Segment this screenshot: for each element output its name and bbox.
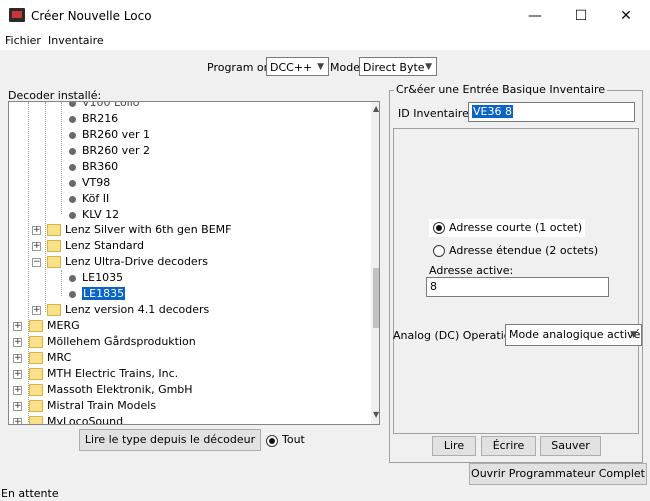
leaf-dot-icon xyxy=(69,195,76,203)
scroll-down-icon[interactable]: ▼ xyxy=(373,410,379,419)
tree-folder[interactable]: Lenz Silver with 6th gen BEMF xyxy=(47,222,231,238)
tree-folder[interactable]: MERG xyxy=(29,318,80,334)
program-on-value: DCC++ xyxy=(270,61,313,74)
id-inventory-input[interactable]: VE36 8 xyxy=(468,102,635,122)
tree-leaf[interactable]: Köf II xyxy=(69,191,109,207)
analog-mode-value: Mode analogique activé xyxy=(509,328,641,341)
tree-folder[interactable]: MTH Electric Trains, Inc. xyxy=(29,366,178,382)
expand-icon[interactable]: + xyxy=(13,370,22,379)
id-inventory-label: ID Inventaire xyxy=(398,107,469,120)
folder-icon xyxy=(29,352,43,364)
chevron-down-icon: ▼ xyxy=(630,330,637,340)
tree-guide-line xyxy=(61,270,62,296)
menu-inventaire[interactable]: Inventaire xyxy=(48,34,104,47)
expand-icon[interactable]: + xyxy=(32,306,41,315)
status-text: En attente xyxy=(1,487,59,500)
leaf-dot-icon xyxy=(69,211,76,219)
tree-guide-line xyxy=(45,102,46,312)
scroll-up-icon[interactable]: ▲ xyxy=(373,104,379,113)
tree-folder[interactable]: MRC xyxy=(29,350,71,366)
tree-leaf[interactable]: BR260 ver 1 xyxy=(69,127,150,143)
leaf-dot-icon xyxy=(69,115,76,123)
tree-folder[interactable]: Massoth Elektronik, GmbH xyxy=(29,382,193,398)
tree-leaf[interactable]: BR216 xyxy=(69,111,118,127)
expand-icon[interactable]: + xyxy=(13,354,22,363)
collapse-icon[interactable]: − xyxy=(32,258,41,267)
scrollbar-thumb[interactable] xyxy=(373,268,379,328)
folder-icon xyxy=(29,368,43,380)
tree-scrollbar[interactable] xyxy=(371,102,379,424)
tree-leaf[interactable]: BR260 ver 2 xyxy=(69,143,150,159)
close-button[interactable]: ✕ xyxy=(603,0,649,32)
tree-folder[interactable]: Lenz Standard xyxy=(47,238,144,254)
folder-icon xyxy=(47,224,61,236)
groupbox-title: Cr&éer une Entrée Basique Inventaire xyxy=(394,83,608,96)
all-radio[interactable] xyxy=(266,435,278,447)
program-on-select[interactable]: DCC++ ▼ xyxy=(266,57,329,76)
app-icon xyxy=(9,8,25,22)
analog-mode-select[interactable]: Mode analogique activé ▼ xyxy=(505,324,642,346)
open-full-programmer-button[interactable]: Ouvrir Programmateur Complet xyxy=(469,463,647,485)
tree-folder[interactable]: Möllehem Gårdsproduktion xyxy=(29,334,196,350)
expand-icon[interactable]: + xyxy=(13,338,22,347)
tree-guide-line xyxy=(61,102,62,214)
folder-icon xyxy=(29,336,43,348)
decoder-tree[interactable]: V100 Lollo BR216 BR260 ver 1 BR260 ver 2… xyxy=(8,101,380,425)
expand-icon[interactable]: + xyxy=(32,226,41,235)
tree-leaf[interactable]: LE1035 xyxy=(69,270,123,286)
window-title: Créer Nouvelle Loco xyxy=(31,9,152,23)
write-button[interactable]: Écrire xyxy=(481,436,536,456)
program-on-label: Program on: xyxy=(207,61,275,74)
read-button[interactable]: Lire xyxy=(432,436,476,456)
save-button[interactable]: Sauver xyxy=(540,436,601,456)
leaf-dot-icon xyxy=(69,274,76,282)
tree-leaf[interactable]: KLV 12 xyxy=(69,207,119,223)
chevron-down-icon: ▼ xyxy=(425,62,432,72)
minimize-button[interactable]: — xyxy=(512,0,558,32)
tree-folder[interactable]: Lenz Ultra-Drive decoders xyxy=(47,254,208,270)
folder-icon xyxy=(29,416,43,424)
active-address-input[interactable]: 8 xyxy=(426,277,609,297)
mode-select[interactable]: Direct Byte ▼ xyxy=(359,57,437,76)
tree-folder[interactable]: Mistral Train Models xyxy=(29,398,156,414)
leaf-dot-icon xyxy=(69,179,76,187)
menu-fichier[interactable]: Fichier xyxy=(5,34,41,47)
maximize-button[interactable]: ☐ xyxy=(558,0,604,32)
leaf-dot-icon xyxy=(69,163,76,171)
folder-icon xyxy=(29,320,43,332)
expand-icon[interactable]: + xyxy=(13,418,22,424)
read-type-button[interactable]: Lire le type depuis le décodeur xyxy=(79,429,261,451)
tree-leaf[interactable]: V100 Lollo xyxy=(69,102,140,111)
leaf-dot-icon xyxy=(69,290,76,298)
expand-icon[interactable]: + xyxy=(13,386,22,395)
leaf-dot-icon xyxy=(69,131,76,139)
expand-icon[interactable]: + xyxy=(32,242,41,251)
long-address-option[interactable]: Adresse étendue (2 octets) xyxy=(429,242,599,260)
leaf-dot-icon xyxy=(69,147,76,155)
mode-value: Direct Byte xyxy=(363,61,425,74)
folder-icon xyxy=(47,304,61,316)
analog-operation-label: Analog (DC) Operation xyxy=(393,329,518,342)
folder-icon xyxy=(29,400,43,412)
tree-leaf-selected[interactable]: LE1835 xyxy=(69,286,126,302)
active-address-label: Adresse active: xyxy=(429,264,514,277)
expand-icon[interactable]: + xyxy=(13,402,22,411)
folder-open-icon xyxy=(47,256,61,268)
all-radio-label: Tout xyxy=(282,433,305,446)
chevron-down-icon: ▼ xyxy=(317,62,324,72)
short-address-option[interactable]: Adresse courte (1 octet) xyxy=(429,219,585,237)
tree-folder[interactable]: Lenz version 4.1 decoders xyxy=(47,302,209,318)
expand-icon[interactable]: + xyxy=(13,322,22,331)
folder-icon xyxy=(29,384,43,396)
short-address-radio[interactable] xyxy=(433,222,445,234)
tree-folder[interactable]: MyLocoSound xyxy=(29,414,123,424)
tree-leaf[interactable]: VT98 xyxy=(69,175,110,191)
folder-icon xyxy=(47,240,61,252)
long-address-radio[interactable] xyxy=(433,245,445,257)
tree-leaf[interactable]: BR360 xyxy=(69,159,118,175)
leaf-dot-icon xyxy=(69,102,76,107)
